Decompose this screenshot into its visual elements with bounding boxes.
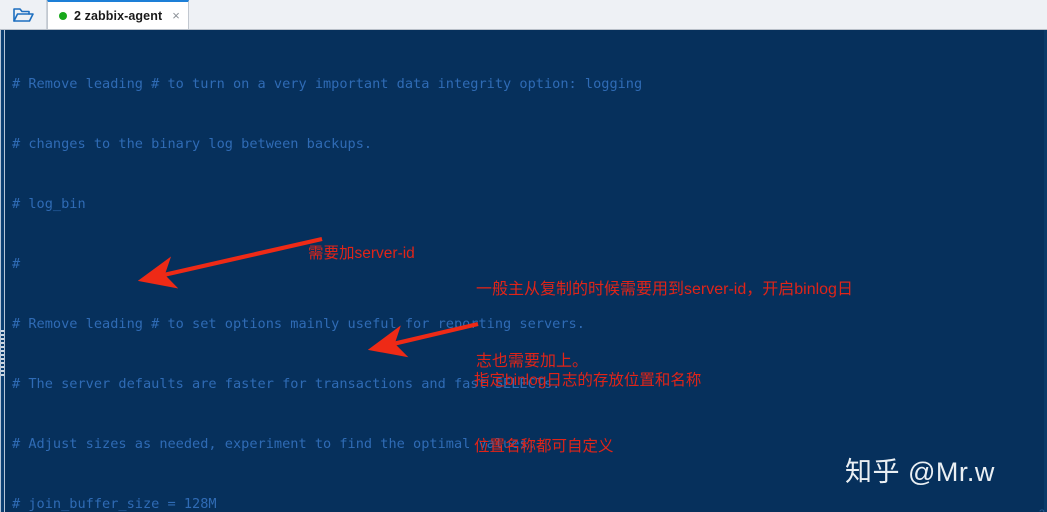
annotation-line-2: 位置名称都可自定义 (474, 438, 614, 455)
tab-title: 2 zabbix-agent (74, 8, 163, 23)
terminal-body[interactable]: # Remove leading # to turn on a very imp… (0, 30, 1047, 512)
scrollbar-marker[interactable] (1, 330, 4, 378)
corner-glyph: 3 (1039, 508, 1045, 512)
code-line: # log_bin (12, 196, 86, 212)
annotation-server-id-label: 需要加server-id (308, 245, 415, 262)
tab-bar-empty-area (188, 0, 1047, 29)
green-status-dot-icon (59, 11, 67, 20)
code-line: # changes to the binary log between back… (12, 136, 373, 152)
open-folder-button[interactable] (0, 0, 47, 29)
annotation-line-1: 指定binlog日志的存放位置和名称 (474, 372, 702, 389)
code-line: # Remove leading # to turn on a very imp… (12, 76, 643, 92)
red-arrow-icon (367, 321, 479, 358)
tab-bar: 2 zabbix-agent × (0, 0, 1047, 30)
terminal-window: 2 zabbix-agent × # Remove leading # to t… (0, 0, 1047, 512)
annotation-line-1: 一般主从复制的时候需要用到server-id，开启binlog日 (476, 281, 853, 298)
tab-zabbix-agent[interactable]: 2 zabbix-agent × (47, 0, 189, 29)
terminal-left-border (0, 30, 5, 512)
red-arrow-icon (137, 236, 323, 289)
annotation-binlog-note: 指定binlog日志的存放位置和名称 位置名称都可自定义 (474, 326, 701, 502)
close-icon[interactable]: × (172, 9, 180, 22)
open-folder-icon (12, 6, 34, 24)
watermark: 知乎 @Mr.w (845, 457, 995, 487)
